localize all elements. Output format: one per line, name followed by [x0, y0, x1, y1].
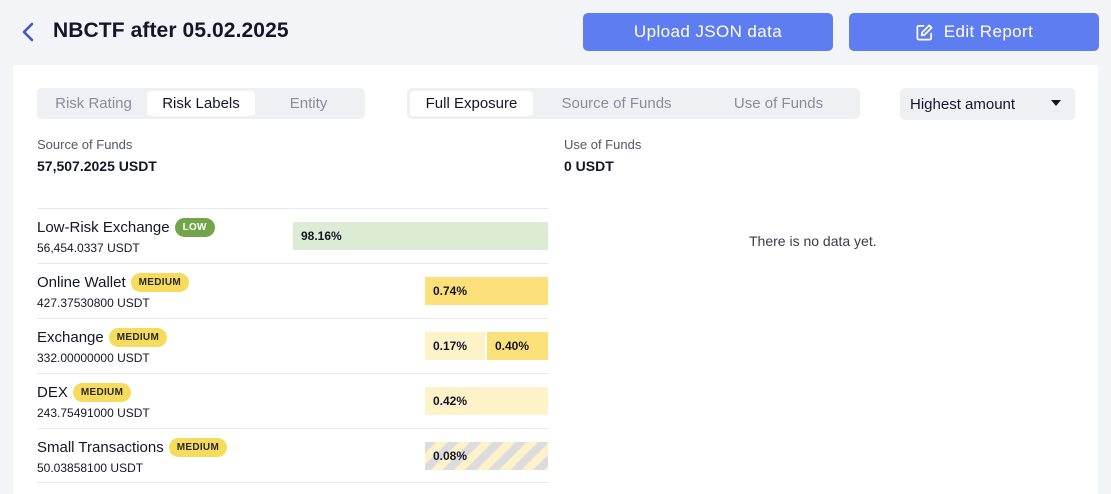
risk-badge: MEDIUM [168, 438, 228, 457]
source-of-funds-total: 57,507.2025 USDT [37, 158, 157, 174]
exposure-bar: 0.74% [425, 277, 548, 305]
row-amount: 50.03858100 USDT [37, 461, 144, 475]
exposure-percent: 0.74% [433, 284, 468, 298]
tab-source-of-funds[interactable]: Source of Funds [533, 91, 700, 116]
exposure-percent: 0.42% [433, 394, 468, 408]
tab-risk-rating[interactable]: Risk Rating [40, 91, 147, 116]
risk-badge: LOW [174, 218, 215, 237]
page-title: NBCTF after 05.02.2025 [53, 19, 289, 42]
exposure-tabs: Full Exposure Source of Funds Use of Fun… [407, 88, 860, 119]
row-amount: 243.75491000 USDT [37, 406, 150, 420]
row-title: Online Wallet MEDIUM [37, 273, 190, 292]
exposure-bar: 0.08% [425, 442, 548, 470]
row-amount: 56,454.0337 USDT [37, 241, 140, 255]
edit-icon [916, 24, 933, 40]
edit-report-button[interactable]: Edit Report [849, 13, 1099, 51]
sort-selected-value: Highest amount [910, 95, 1016, 113]
exposure-bar: 0.17% [425, 332, 485, 360]
caret-down-icon [1051, 100, 1061, 106]
exposure-percent: 98.16% [301, 229, 342, 243]
edit-report-label: Edit Report [943, 22, 1034, 41]
sort-dropdown[interactable]: Highest amount [900, 88, 1075, 120]
tab-entity[interactable]: Entity [255, 91, 362, 116]
back-arrow-icon[interactable] [18, 20, 40, 44]
report-panel: Risk Rating Risk Labels Entity Full Expo… [13, 65, 1098, 494]
row-title: Small Transactions MEDIUM [37, 438, 228, 457]
table-row[interactable]: Small Transactions MEDIUM 50.03858100 US… [37, 428, 548, 483]
row-label: Online Wallet [37, 274, 126, 291]
row-label: Exchange [37, 329, 104, 346]
source-of-funds-label: Source of Funds [37, 137, 133, 152]
use-of-funds-total: 0 USDT [564, 158, 614, 174]
upload-json-label: Upload JSON data [633, 22, 783, 41]
exposure-bar: 0.42% [425, 387, 548, 415]
table-row[interactable]: Exchange MEDIUM 332.00000000 USDT 0.17% … [37, 318, 548, 373]
row-label: DEX [37, 384, 68, 401]
table-row[interactable]: Online Wallet MEDIUM 427.37530800 USDT 0… [37, 263, 548, 318]
exposure-percent: 0.17% [433, 339, 468, 353]
use-of-funds-label: Use of Funds [564, 137, 642, 152]
exposure-percent: 0.08% [433, 449, 468, 463]
row-amount: 427.37530800 USDT [37, 296, 150, 310]
exposure-percent: 0.40% [495, 339, 530, 353]
risk-badge: MEDIUM [72, 383, 132, 402]
upload-json-button[interactable]: Upload JSON data [583, 13, 833, 51]
row-title: Exchange MEDIUM [37, 328, 168, 347]
row-label: Small Transactions [37, 439, 164, 456]
tab-risk-labels[interactable]: Risk Labels [147, 91, 255, 116]
risk-badge: MEDIUM [130, 273, 190, 292]
table-row[interactable]: DEX MEDIUM 243.75491000 USDT 0.42% [37, 373, 548, 428]
top-bar: NBCTF after 05.02.2025 Upload JSON data … [0, 0, 1111, 64]
row-amount: 332.00000000 USDT [37, 351, 150, 365]
view-mode-tabs: Risk Rating Risk Labels Entity [37, 88, 365, 119]
row-label: Low-Risk Exchange [37, 219, 170, 236]
empty-state-message: There is no data yet. [749, 233, 877, 249]
tab-use-of-funds[interactable]: Use of Funds [700, 91, 857, 116]
exposure-bar: 98.16% [293, 222, 548, 250]
tab-full-exposure[interactable]: Full Exposure [410, 91, 533, 116]
exposure-bar: 0.40% [487, 332, 548, 360]
risk-badge: MEDIUM [108, 328, 168, 347]
row-title: Low-Risk Exchange LOW [37, 218, 215, 237]
row-title: DEX MEDIUM [37, 383, 132, 402]
table-row[interactable]: Low-Risk Exchange LOW 56,454.0337 USDT 9… [37, 208, 548, 263]
